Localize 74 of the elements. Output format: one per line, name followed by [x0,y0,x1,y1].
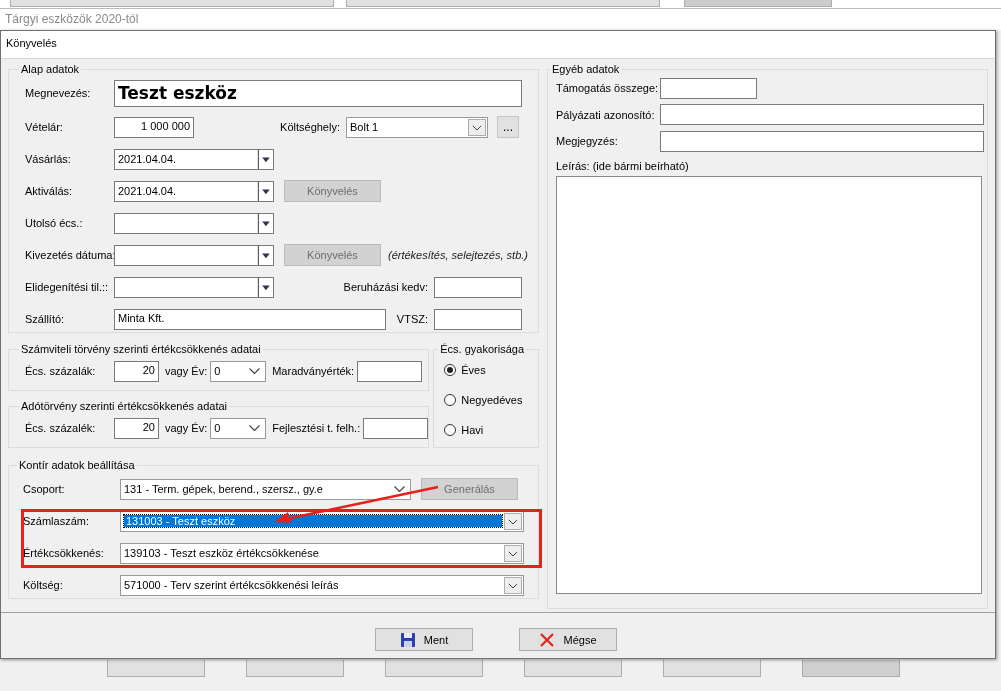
radio-label: Havi [461,424,484,436]
radio-button[interactable] [444,364,457,376]
date-field[interactable] [114,212,274,234]
hint-text: (értékesítés, selejtezés, stb.) [388,249,528,261]
date-field[interactable] [114,244,274,266]
radio-button[interactable] [444,424,457,436]
cancel-button[interactable]: Mégse [519,628,617,651]
dropdown[interactable]: Bolt 1 [346,116,488,138]
radio-button[interactable] [444,394,457,406]
field-label: Utolsó écs.: [25,217,84,229]
chevron-icon [504,576,522,594]
input-field[interactable] [660,104,984,126]
field-label: Költséghely: [279,121,341,133]
dialog-title: Könyvelés [6,37,57,49]
field-label: Támogatás összege: [556,82,660,95]
field-label: Vásárlás: [25,153,72,165]
chevron-icon [504,512,522,530]
window-title: Tárgyi eszközök 2020-tól [5,12,139,26]
field-label: Écs. százalák: [25,365,97,377]
input-field[interactable] [434,276,522,298]
input-field[interactable]: 20 [114,360,159,382]
field-label: Megnevezés: [25,87,92,99]
group-title: Écs. gyakorisága [439,343,525,355]
input-field[interactable] [363,417,429,439]
date-field[interactable]: 2021.04.04. [114,180,274,202]
field-label: Megjegyzés: [556,135,619,148]
field-label: Fejlesztési t. felh.: [271,422,362,434]
input-field[interactable] [660,77,757,99]
close-icon [539,631,556,648]
dropdown[interactable]: 0 [210,360,267,382]
chevron-icon [394,486,405,492]
radio-label: Éves [461,364,486,376]
field-label: Aktiválás: [25,185,74,197]
group-title: Kontír adatok beállítása [18,459,136,471]
field-label: Kivezetés dátuma: [25,249,114,261]
input-field[interactable]: 20 [114,417,159,439]
date-field[interactable]: 2021.04.04. [114,148,274,170]
save-button[interactable]: Ment [375,628,473,651]
group-title: Adótörvény szerinti értékcsökkenés adatai [20,400,229,412]
group-title: Alap adatok [20,63,81,75]
field-label: Maradványérték: [271,365,356,377]
field-label: Számlaszám: [23,515,91,527]
field-label: Beruházási kedv: [342,281,429,293]
input-field[interactable] [660,130,984,152]
input-field[interactable] [434,308,522,330]
field-label: Leírás: (ide bármi beírható) [556,159,690,174]
dropdown[interactable]: 0 [210,417,267,439]
dropdown[interactable]: 131 - Term. gépek, berend., szersz., gy.e [120,478,411,500]
input-field[interactable] [357,360,423,382]
dropdown[interactable]: 139103 - Teszt eszköz értékcsökkenése [120,542,524,564]
chevron-icon [468,118,486,136]
field-label: Értékcsökkenés: [23,547,105,559]
field-label: Écs. százalék: [25,422,97,434]
field-label: VTSZ: [395,313,429,325]
field-label: Költség: [23,579,64,591]
chevron-icon [504,544,522,562]
input-field[interactable]: 1 000 000 [114,116,194,138]
field-label: vagy Év: [164,422,209,434]
group-title: Egyéb adatok [551,63,621,75]
date-field[interactable] [114,276,274,298]
field-label: Csoport: [23,483,66,495]
input-field[interactable]: Minta Kft. [114,308,386,330]
field-label: Pályázati azonosító: [556,108,656,121]
group-title: Számviteli törvény szerinti értékcsökkenés adatai [20,343,262,355]
chevron-icon [249,425,261,431]
radio-label: Negyedéves [461,394,523,406]
field-label: vagy Év: [164,365,209,377]
browse-button[interactable]: ... [497,116,519,138]
input-field[interactable]: Teszt eszköz [114,79,522,107]
field-label: Szállító: [25,313,66,325]
field-label: Elidegenítési til.:: [25,281,110,293]
dropdown[interactable]: 571000 - Terv szerint értékcsökkenési leírás [120,574,524,596]
chevron-icon [249,368,261,374]
field-label: Vételár: [25,121,64,133]
